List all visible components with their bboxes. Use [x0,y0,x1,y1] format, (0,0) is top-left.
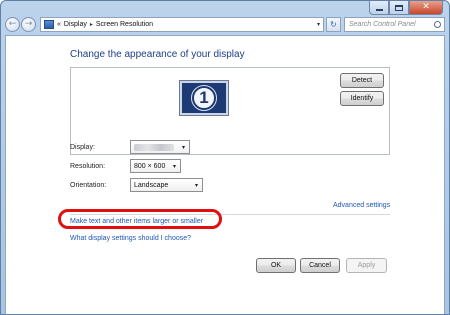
refresh-button[interactable]: ↻ [326,16,341,32]
dropdown-arrow-icon: ▾ [194,181,198,189]
caption-buttons: ✕ [369,1,443,16]
search-placeholder: Search Control Panel [349,20,416,28]
breadcrumb-display[interactable]: Display [64,21,87,28]
breadcrumb-chevron[interactable]: « [57,21,61,28]
search-icon[interactable] [434,20,441,28]
monitor-number: 1 [191,85,217,111]
breadcrumb-separator-icon[interactable]: ▸ [90,21,93,28]
address-dropdown-icon[interactable]: ▾ [314,21,323,28]
forward-arrow-icon: → [24,18,33,29]
minimize-icon [375,9,383,11]
search-input[interactable]: Search Control Panel [344,16,445,32]
maximize-icon [395,4,403,11]
minimize-button[interactable] [369,1,389,15]
back-button[interactable]: ← [5,16,20,32]
content-pane: Change the appearance of your display 1 … [5,35,445,314]
advanced-settings-link[interactable]: Advanced settings [333,202,390,209]
detect-button[interactable]: Detect [340,73,384,88]
highlight-annotation [58,209,222,229]
page-title: Change the appearance of your display [70,49,245,60]
cancel-button[interactable]: Cancel [300,258,340,273]
maximize-button[interactable] [389,1,409,15]
orientation-value: Landscape [134,181,169,189]
apply-button[interactable]: Apply [346,258,387,273]
folder-icon [44,19,54,29]
close-button[interactable]: ✕ [409,1,443,15]
help-link[interactable]: What display settings should I choose? [70,235,191,242]
dropdown-arrow-icon: ▾ [172,162,176,170]
resolution-value: 800 × 600 [134,162,166,170]
window-frame: ✕ ← → « Display ▸ Screen Resolution ▾ ↻ … [0,0,450,315]
ok-button[interactable]: OK [256,258,296,273]
refresh-icon: ↻ [330,19,337,29]
orientation-label: Orientation: [70,182,107,189]
display-label: Display: [70,144,95,151]
address-bar[interactable]: « Display ▸ Screen Resolution ▾ [40,16,324,32]
breadcrumb-screen-resolution[interactable]: Screen Resolution [96,21,153,28]
display-value-blurred [134,143,174,151]
monitor-icon[interactable]: 1 [179,80,229,116]
resolution-select[interactable]: 800 × 600 ▾ [130,159,181,173]
navigation-bar: ← → « Display ▸ Screen Resolution ▾ ↻ Se… [5,15,445,33]
resolution-label: Resolution: [70,163,106,170]
dropdown-arrow-icon: ▾ [181,143,185,151]
forward-button[interactable]: → [21,16,36,32]
back-arrow-icon: ← [8,18,17,29]
close-icon: ✕ [422,2,430,12]
identify-button[interactable]: Identify [340,91,384,106]
display-select[interactable]: ▾ [130,140,190,154]
orientation-select[interactable]: Landscape ▾ [130,178,203,192]
